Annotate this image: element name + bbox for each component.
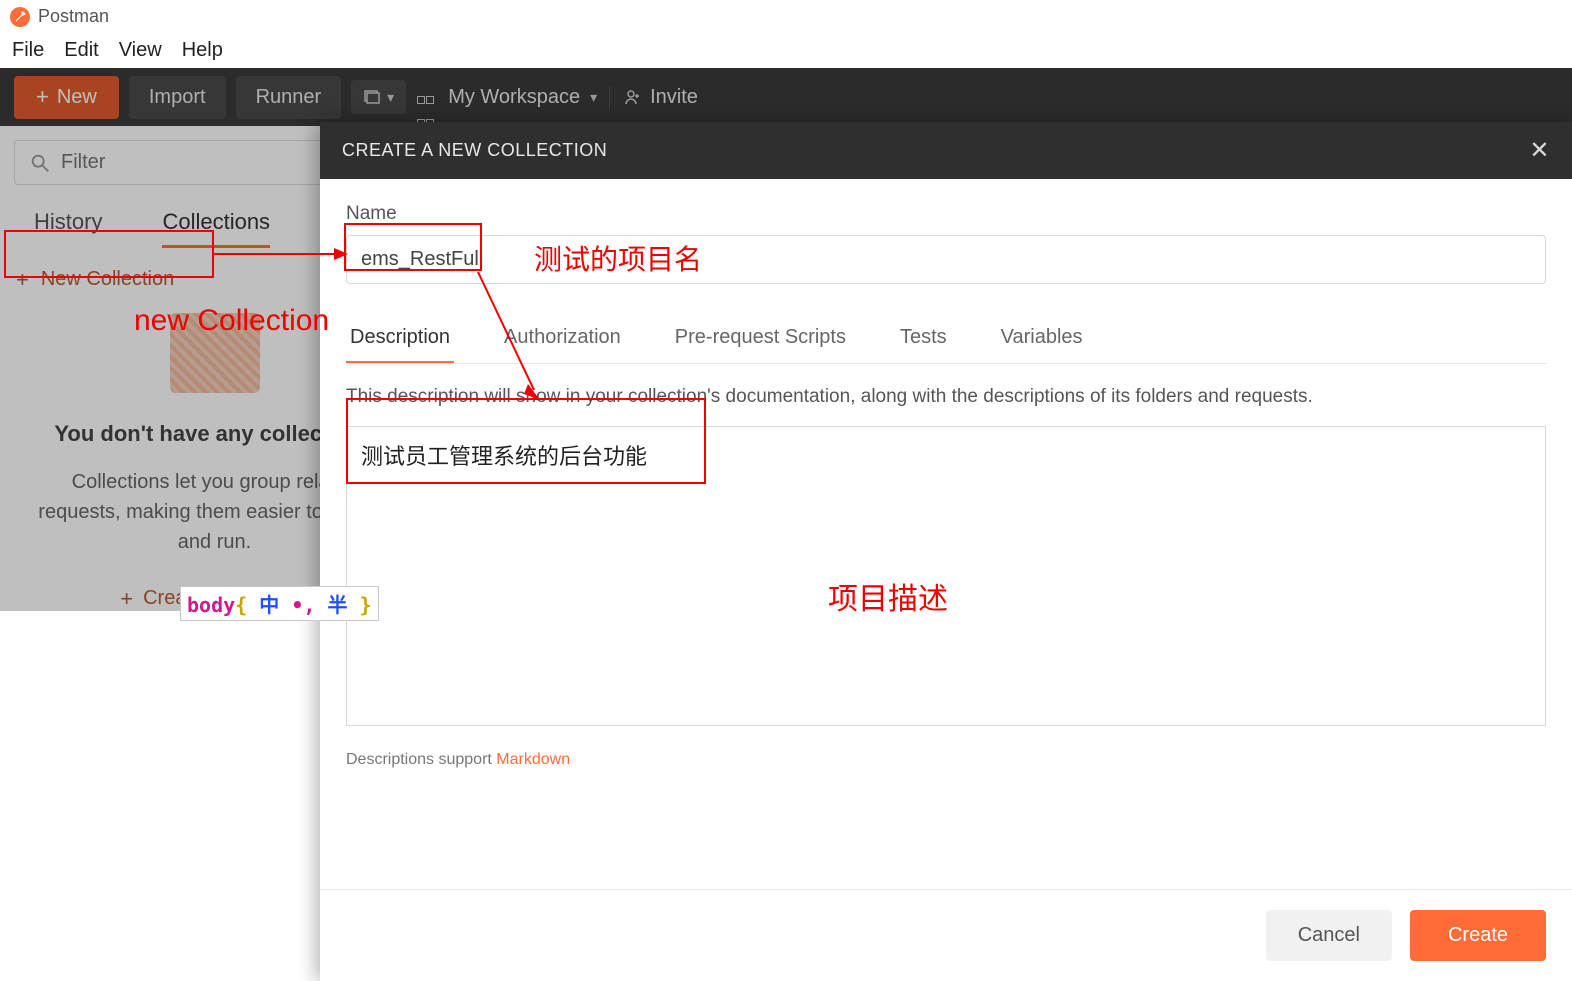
modal-title: CREATE A NEW COLLECTION (342, 140, 607, 161)
menu-help[interactable]: Help (182, 39, 223, 62)
mtab-tests[interactable]: Tests (896, 314, 951, 363)
ime-indicator: body{ 中 •, 半 } (180, 586, 379, 621)
collection-name-input[interactable] (346, 235, 1546, 284)
menu-view[interactable]: View (119, 39, 162, 62)
title-bar: Postman (0, 0, 1572, 33)
modal-header: CREATE A NEW COLLECTION ✕ (320, 122, 1572, 179)
description-textarea[interactable] (346, 426, 1546, 726)
menu-edit[interactable]: Edit (64, 39, 98, 62)
create-button[interactable]: Create (1410, 910, 1546, 961)
markdown-note-prefix: Descriptions support (346, 751, 496, 768)
ime-body: body (187, 593, 235, 617)
ime-half: 半 (315, 593, 359, 617)
ime-dots: •, (291, 593, 315, 617)
menu-bar: File Edit View Help (0, 33, 1572, 68)
mtab-description[interactable]: Description (346, 314, 454, 363)
mtab-prerequest[interactable]: Pre-request Scripts (671, 314, 850, 363)
ime-mid: 中 (247, 593, 291, 617)
create-collection-modal: CREATE A NEW COLLECTION ✕ Name Descripti… (320, 122, 1572, 981)
modal-tabs: Description Authorization Pre-request Sc… (346, 314, 1546, 364)
markdown-note: Descriptions support Markdown (346, 751, 1546, 769)
modal-footer: Cancel Create (320, 889, 1572, 981)
cancel-button[interactable]: Cancel (1266, 910, 1392, 961)
description-hint: This description will show in your colle… (346, 386, 1546, 408)
mtab-authorization[interactable]: Authorization (500, 314, 625, 363)
app-title: Postman (38, 6, 109, 27)
name-label: Name (346, 203, 397, 224)
menu-file[interactable]: File (12, 39, 44, 62)
mtab-variables[interactable]: Variables (997, 314, 1087, 363)
close-icon[interactable]: ✕ (1529, 136, 1550, 165)
postman-logo-icon (10, 7, 30, 27)
markdown-link[interactable]: Markdown (496, 751, 570, 768)
